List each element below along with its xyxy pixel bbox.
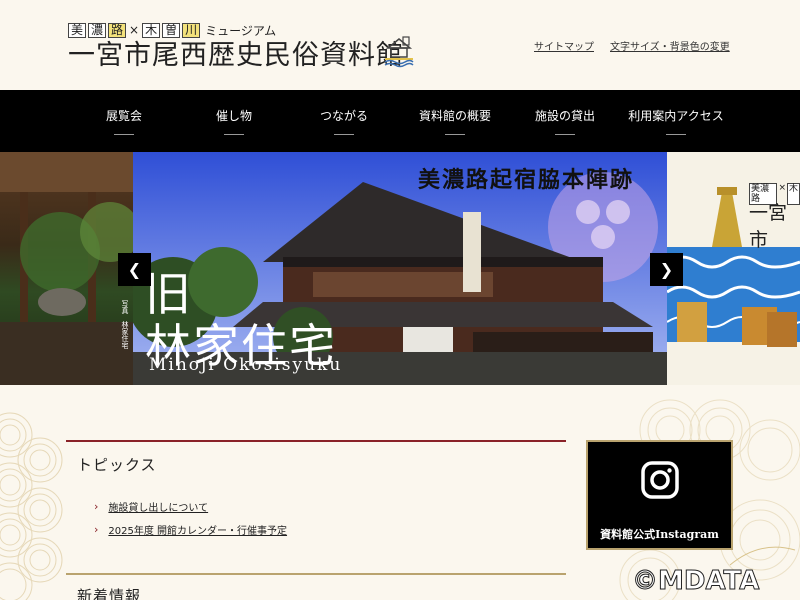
site-title: 一宮市尾西歴史民俗資料館 bbox=[68, 40, 404, 71]
nav-item-label: 資料館の概要 bbox=[418, 109, 491, 123]
topic-link[interactable]: 2025年度 開館カレンダー・行催事予定 bbox=[108, 522, 287, 537]
slider-next-button[interactable]: ❯ bbox=[650, 253, 683, 286]
nav-underline bbox=[334, 134, 354, 135]
slide-next-preview[interactable]: 美濃路 × 木 一宮市 bbox=[667, 152, 800, 385]
nav-item-label: 利用案内アクセス bbox=[628, 109, 724, 123]
museum-logo-icon bbox=[384, 36, 414, 68]
nav-item-about[interactable]: 資料館の概要 bbox=[400, 90, 510, 152]
nav-item-label: つながる bbox=[319, 109, 368, 123]
garden-interior-image bbox=[0, 152, 140, 385]
chevron-right-icon: › bbox=[94, 523, 99, 536]
list-item: › 2025年度 開館カレンダー・行催事予定 bbox=[94, 518, 566, 541]
instagram-banner[interactable]: 資料館公式Instagram bbox=[586, 440, 733, 550]
slide-caption-line1: 旧 bbox=[145, 267, 193, 321]
photo-credit: 写真 林家住宅 bbox=[121, 300, 129, 349]
utility-links: サイトマップ 文字サイズ・背景色の変更 bbox=[534, 38, 730, 53]
site-header: 美 濃 路 × 木 曽 川 ミュージアム 一宮市尾西歴史民俗資料館 サイトマップ… bbox=[0, 0, 800, 90]
slide-caption-location: 美濃路起宿脇本陣跡 bbox=[418, 167, 635, 193]
nav-item-access[interactable]: 利用案内アクセス bbox=[621, 90, 731, 152]
tagline-char: 濃 bbox=[88, 22, 107, 38]
nav-item-connect[interactable]: つながる bbox=[289, 90, 399, 152]
text-size-bg-color-link[interactable]: 文字サイズ・背景色の変更 bbox=[610, 38, 730, 53]
topics-heading: トピックス bbox=[77, 456, 157, 474]
topics-section: トピックス › 施設貸し出しについて › 2025年度 開館カレンダー・行催事予… bbox=[66, 440, 566, 541]
site-brand[interactable]: 美 濃 路 × 木 曽 川 ミュージアム 一宮市尾西歴史民俗資料館 bbox=[68, 22, 404, 72]
nav-item-label: 施設の貸出 bbox=[534, 109, 595, 123]
wave-pattern-decoration bbox=[0, 412, 63, 600]
global-nav: 展覧会 催し物 つながる 資料館の概要 施設の貸出 利用案内アクセス bbox=[0, 90, 800, 152]
tagline-separator: × bbox=[129, 23, 140, 37]
nav-item-label: 催し物 bbox=[215, 109, 252, 123]
topic-link[interactable]: 施設貸し出しについて bbox=[108, 499, 208, 514]
tagline-char: 路 bbox=[108, 22, 127, 38]
topics-list: › 施設貸し出しについて › 2025年度 開館カレンダー・行催事予定 bbox=[94, 495, 566, 541]
chevron-right-icon: ❯ bbox=[659, 260, 674, 279]
slider-prev-button[interactable]: ❮ bbox=[118, 253, 151, 286]
instagram-icon bbox=[641, 461, 679, 499]
news-section: 新着情報 bbox=[66, 573, 566, 600]
list-item: › 施設貸し出しについて bbox=[94, 495, 566, 518]
nav-underline bbox=[666, 134, 686, 135]
hero-slider: 写真 林家住宅 美濃路起宿脇本陣跡 旧 林家住宅 Minoji Okosisyu… bbox=[0, 152, 800, 385]
nav-item-exhibitions[interactable]: 展覧会 bbox=[69, 90, 179, 152]
nav-underline bbox=[445, 134, 465, 135]
copyright-watermark: ©MDATA bbox=[631, 566, 760, 597]
nav-item-events[interactable]: 催し物 bbox=[179, 90, 289, 152]
nav-item-label: 展覧会 bbox=[105, 109, 142, 123]
chevron-right-icon: › bbox=[94, 500, 99, 513]
nav-underline bbox=[114, 134, 134, 135]
tagline-char: 木 bbox=[142, 22, 161, 38]
nav-underline bbox=[555, 134, 575, 135]
sitemap-link[interactable]: サイトマップ bbox=[534, 38, 594, 53]
next-slide-title: 一宮市 bbox=[749, 202, 788, 251]
slide-prev-preview[interactable]: 写真 林家住宅 bbox=[0, 152, 140, 385]
slide-caption-roman: Minoji Okosisyuku bbox=[149, 355, 343, 375]
nav-underline bbox=[224, 134, 244, 135]
tagline-text: ミュージアム bbox=[205, 23, 277, 38]
tagline-char: 川 bbox=[182, 22, 201, 38]
news-heading: 新着情報 bbox=[77, 587, 142, 600]
instagram-label: 資料館公式Instagram bbox=[600, 528, 719, 541]
museum-tagline: 美 濃 路 × 木 曽 川 ミュージアム bbox=[68, 22, 404, 38]
tagline-char: 美 bbox=[68, 22, 87, 38]
tagline-char: 曽 bbox=[162, 22, 181, 38]
chevron-left-icon: ❮ bbox=[127, 260, 142, 279]
slide-current[interactable]: 美濃路起宿脇本陣跡 旧 林家住宅 Minoji Okosisyuku bbox=[133, 152, 667, 385]
nav-item-facility-rental[interactable]: 施設の貸出 bbox=[510, 90, 620, 152]
